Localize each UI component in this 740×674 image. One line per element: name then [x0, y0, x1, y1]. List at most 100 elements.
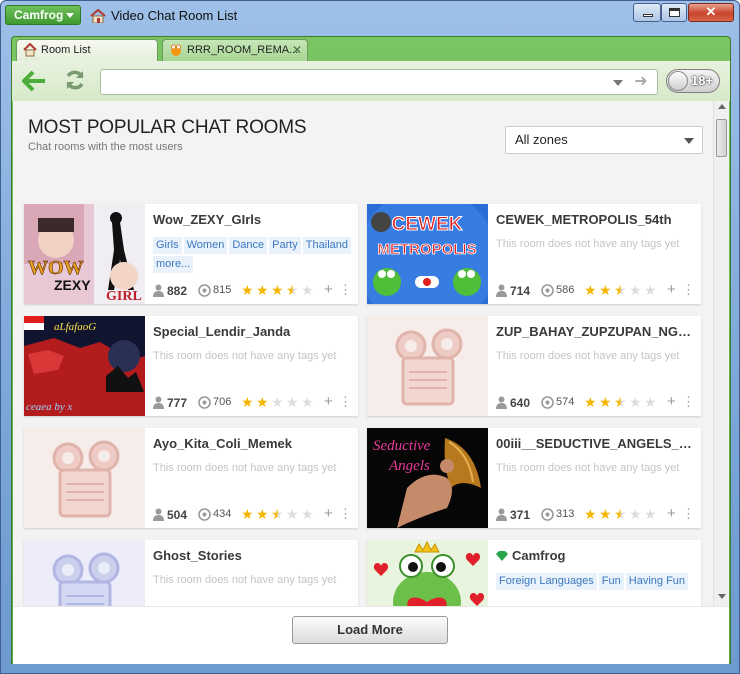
adult-content-toggle[interactable]: 18+: [666, 69, 720, 93]
star-icon[interactable]: ★: [584, 283, 597, 297]
room-card[interactable]: WOW ZEXY GIRL Wow_ZEXY_GIrls Girls Women Dance…: [24, 204, 358, 304]
star-icon[interactable]: ★: [584, 507, 597, 521]
rating-stars[interactable]: ★★★★★: [241, 283, 317, 297]
rating-stars[interactable]: ★★★★★: [241, 507, 317, 521]
star-icon[interactable]: ★: [271, 283, 284, 297]
star-icon[interactable]: ★: [614, 395, 627, 409]
rating-stars[interactable]: ★★★★★: [584, 283, 660, 297]
scroll-down-icon[interactable]: [718, 594, 726, 599]
back-arrow-icon[interactable]: [22, 70, 46, 92]
star-icon[interactable]: ★: [241, 395, 254, 409]
add-favorite-icon[interactable]: +: [667, 505, 676, 522]
rating-stars[interactable]: ★★★★★: [584, 395, 660, 409]
room-thumbnail[interactable]: aLfafaoG ceaea by x: [24, 316, 145, 416]
vertical-scrollbar[interactable]: [713, 101, 729, 606]
room-card[interactable]: CEWEK METROPOLIS CEWEK_METROPOLIS_54th This…: [367, 204, 701, 304]
room-name[interactable]: Ayo_Kita_Coli_Memek: [153, 436, 353, 451]
room-name[interactable]: Camfrog: [496, 548, 696, 563]
room-name[interactable]: CEWEK_METROPOLIS_54th: [496, 212, 696, 227]
rating-stars[interactable]: ★★★★★: [241, 395, 317, 409]
room-tag[interactable]: Women: [183, 237, 228, 254]
star-icon[interactable]: ★: [599, 283, 612, 297]
more-options-icon[interactable]: ⋮: [682, 282, 695, 298]
load-more-button[interactable]: Load More: [292, 616, 448, 644]
star-icon[interactable]: ★: [301, 507, 314, 521]
star-icon[interactable]: ★: [644, 395, 657, 409]
room-thumbnail[interactable]: Seductive Angels: [367, 428, 488, 528]
room-tag[interactable]: Girls: [153, 237, 182, 254]
star-icon[interactable]: ★: [599, 395, 612, 409]
star-icon[interactable]: ★: [241, 507, 254, 521]
room-name[interactable]: Ghost_Stories: [153, 548, 353, 563]
comment-icon: [198, 284, 211, 297]
star-icon[interactable]: ★: [286, 507, 299, 521]
star-icon[interactable]: ★: [614, 507, 627, 521]
chevron-down-icon[interactable]: [613, 80, 623, 86]
room-thumbnail[interactable]: [367, 316, 488, 416]
star-icon[interactable]: ★: [286, 283, 299, 297]
star-icon[interactable]: ★: [614, 283, 627, 297]
star-icon[interactable]: ★: [256, 395, 269, 409]
star-icon[interactable]: ★: [256, 507, 269, 521]
room-tag[interactable]: Fun: [598, 573, 624, 590]
star-icon[interactable]: ★: [629, 283, 642, 297]
room-tag[interactable]: Thailand: [302, 237, 351, 254]
room-name-text: 00iii__SEDUCTIVE_ANGELS__i...: [496, 436, 696, 451]
star-icon[interactable]: ★: [644, 283, 657, 297]
star-icon[interactable]: ★: [286, 395, 299, 409]
room-card[interactable]: Seductive Angels 00iii__SEDUCTIVE_ANGELS__…: [367, 428, 701, 528]
scroll-up-icon[interactable]: [718, 104, 726, 109]
room-tag[interactable]: more...: [153, 256, 194, 273]
room-name[interactable]: Wow_ZEXY_GIrls: [153, 212, 353, 227]
user-count: 640: [510, 396, 531, 410]
star-icon[interactable]: ★: [301, 395, 314, 409]
room-thumbnail[interactable]: WOW ZEXY GIRL: [24, 204, 145, 304]
star-icon[interactable]: ★: [301, 283, 314, 297]
page-title: MOST POPULAR CHAT ROOMS: [28, 117, 307, 138]
address-input[interactable]: ➜: [100, 69, 658, 95]
star-icon[interactable]: ★: [241, 283, 254, 297]
close-tab-icon[interactable]: ✕: [292, 40, 302, 60]
go-arrow-icon[interactable]: ➜: [629, 72, 653, 92]
add-favorite-icon[interactable]: +: [667, 281, 676, 298]
room-card[interactable]: Ayo_Kita_Coli_Memek This room does not ha…: [24, 428, 358, 528]
room-tag[interactable]: Party: [269, 237, 301, 254]
more-options-icon[interactable]: ⋮: [682, 394, 695, 410]
star-icon[interactable]: ★: [629, 395, 642, 409]
scroll-thumb[interactable]: [716, 119, 727, 157]
star-icon[interactable]: ★: [584, 395, 597, 409]
room-tag[interactable]: Having Fun: [625, 573, 689, 590]
star-icon[interactable]: ★: [271, 507, 284, 521]
add-favorite-icon[interactable]: +: [667, 393, 676, 410]
add-favorite-icon[interactable]: +: [324, 393, 333, 410]
star-icon[interactable]: ★: [644, 507, 657, 521]
room-tag[interactable]: Foreign Languages: [496, 573, 597, 590]
room-card[interactable]: ZUP_BAHAY_ZUPZUPAN_NG_... This room does …: [367, 316, 701, 416]
zone-select[interactable]: All zones: [505, 126, 703, 154]
room-card[interactable]: aLfafaoG ceaea by x Special_Lendir_Janda Th…: [24, 316, 358, 416]
add-favorite-icon[interactable]: +: [324, 505, 333, 522]
minimize-button[interactable]: [633, 3, 661, 22]
room-thumbnail[interactable]: CEWEK METROPOLIS: [367, 204, 488, 304]
star-icon[interactable]: ★: [256, 283, 269, 297]
more-options-icon[interactable]: ⋮: [339, 282, 352, 298]
room-name[interactable]: 00iii__SEDUCTIVE_ANGELS__i...: [496, 436, 696, 451]
rating-stars[interactable]: ★★★★★: [584, 507, 660, 521]
star-icon[interactable]: ★: [629, 507, 642, 521]
more-options-icon[interactable]: ⋮: [682, 506, 695, 522]
maximize-button[interactable]: [661, 3, 687, 22]
star-icon[interactable]: ★: [599, 507, 612, 521]
star-icon[interactable]: ★: [271, 395, 284, 409]
room-name[interactable]: ZUP_BAHAY_ZUPZUPAN_NG_...: [496, 324, 696, 339]
room-name[interactable]: Special_Lendir_Janda: [153, 324, 353, 339]
room-thumbnail[interactable]: [24, 428, 145, 528]
close-window-button[interactable]: ✕: [688, 3, 734, 22]
more-options-icon[interactable]: ⋮: [339, 394, 352, 410]
camfrog-menu-button[interactable]: Camfrog: [5, 5, 81, 25]
room-tag[interactable]: Dance: [229, 237, 268, 254]
more-options-icon[interactable]: ⋮: [339, 506, 352, 522]
tab-room[interactable]: RRR_ROOM_REMA... ✕: [162, 39, 308, 61]
add-favorite-icon[interactable]: +: [324, 281, 333, 298]
refresh-icon[interactable]: [64, 69, 86, 91]
tab-room-list[interactable]: Room List: [16, 39, 158, 61]
